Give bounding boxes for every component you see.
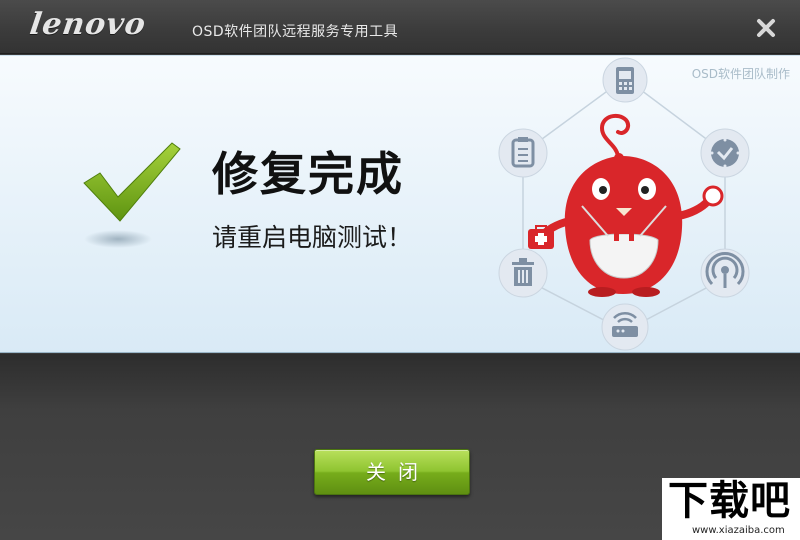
result-message: 请重启电脑测试！ — [212, 223, 413, 252]
watermark-title: 下载吧 — [668, 478, 791, 524]
action-area: 关闭 下载吧 www.xiazaiba.com — [0, 354, 800, 540]
mascot-icon — [528, 113, 724, 297]
result-heading: 修复完成 — [212, 147, 404, 201]
checkmark-icon — [80, 141, 185, 301]
trash-icon — [498, 248, 548, 298]
lenovo-logo: lenovo — [27, 7, 149, 42]
close-button[interactable]: 关闭 — [314, 449, 470, 495]
phone-icon — [602, 57, 648, 103]
result-panel: 修复完成 请重启电脑测试！ OSD软件团队制作 — [0, 55, 800, 353]
window-title: OSD软件团队远程服务专用工具 — [192, 24, 399, 40]
clock-icon — [700, 128, 750, 178]
router-icon — [601, 303, 649, 351]
document-icon — [498, 128, 548, 178]
watermark-logo: 下载吧 www.xiazaiba.com — [662, 478, 800, 540]
mascot-illustration — [490, 56, 755, 354]
watermark-url: www.xiazaiba.com — [692, 525, 785, 536]
wireless-icon — [700, 248, 750, 298]
title-bar: lenovo OSD软件团队远程服务专用工具 — [0, 0, 800, 54]
close-icon[interactable] — [754, 16, 778, 40]
